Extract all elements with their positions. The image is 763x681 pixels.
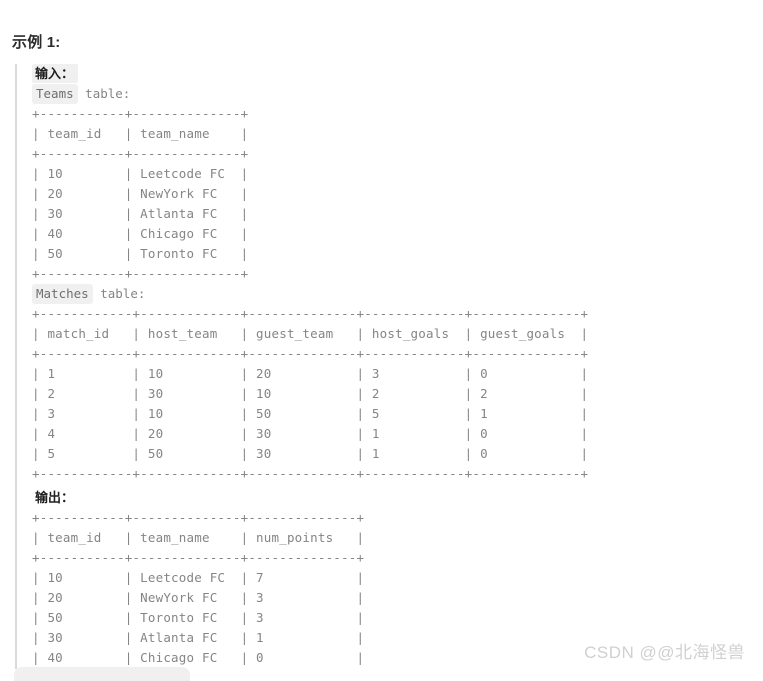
table-row: | 20 | NewYork FC | 3 |	[32, 590, 365, 605]
table-row: | 10 | Leetcode FC | 7 |	[32, 570, 365, 585]
table-row: | 10 | Leetcode FC |	[32, 166, 249, 181]
matches-caption-suffix: table:	[92, 286, 146, 301]
table-row: | match_id | host_team | guest_team | ho…	[32, 326, 589, 341]
table-row: +------------+-------------+------------…	[32, 466, 589, 481]
table-row: | 1 | 10 | 20 | 3 | 0 |	[32, 366, 589, 381]
table-row: +-----------+--------------+------------…	[32, 510, 365, 525]
table-row: | 5 | 50 | 30 | 1 | 0 |	[32, 446, 589, 461]
example-quote-block: 输入： Teams table: +-----------+----------…	[15, 64, 755, 669]
table-row: | 30 | Atlanta FC |	[32, 206, 249, 221]
output-label: 输出：	[35, 490, 75, 505]
input-label: 输入：	[32, 64, 79, 83]
table-row: | 20 | NewYork FC |	[32, 186, 249, 201]
table-row: +-----------+--------------+	[32, 106, 249, 121]
table-row: +------------+-------------+------------…	[32, 346, 589, 361]
teams-ascii-table: +-----------+--------------+ | team_id |…	[32, 104, 755, 284]
table-row: +------------+-------------+------------…	[32, 306, 589, 321]
table-row: | 2 | 30 | 10 | 2 | 2 |	[32, 386, 589, 401]
input-label-row: 输入：	[32, 64, 755, 84]
matches-ascii-table: +------------+-------------+------------…	[32, 304, 755, 484]
table-row: | 4 | 20 | 30 | 1 | 0 |	[32, 426, 589, 441]
table-row: | team_id | team_name |	[32, 126, 249, 141]
table-row: +-----------+--------------+	[32, 266, 249, 281]
table-row: | 40 | Chicago FC |	[32, 226, 249, 241]
page-title: 示例 1:	[12, 34, 61, 51]
watermark: CSDN @@北海怪兽	[584, 643, 745, 662]
teams-table-caption: Teams table:	[32, 84, 755, 104]
matches-table-caption: Matches table:	[32, 284, 755, 304]
clipped-code-chip	[14, 667, 190, 681]
matches-code-chip: Matches	[32, 284, 93, 304]
table-row: | team_id | team_name | num_points |	[32, 530, 365, 545]
table-row: +-----------+--------------+	[32, 146, 249, 161]
table-row: | 50 | Toronto FC |	[32, 246, 249, 261]
table-row: +-----------+--------------+------------…	[32, 550, 365, 565]
teams-caption-suffix: table:	[77, 86, 131, 101]
table-row: | 50 | Toronto FC | 3 |	[32, 610, 365, 625]
output-label-row: 输出：	[32, 488, 755, 508]
page-root: 示例 1: 输入： Teams table: +-----------+----…	[0, 0, 763, 681]
table-row: | 3 | 10 | 50 | 5 | 1 |	[32, 406, 589, 421]
teams-code-chip: Teams	[32, 84, 78, 104]
